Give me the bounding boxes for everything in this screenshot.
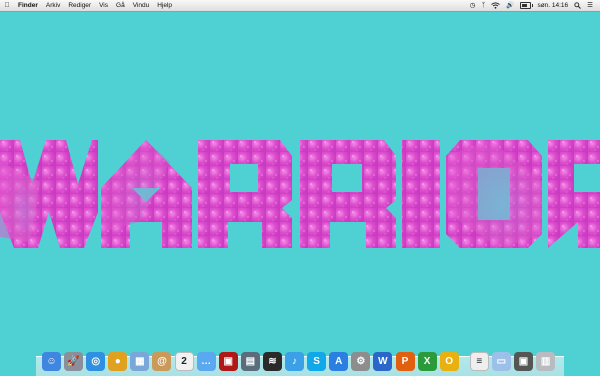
applications-folder-icon[interactable]: ▭ bbox=[491, 352, 511, 371]
excel-icon[interactable]: X bbox=[417, 352, 437, 371]
contacts-icon[interactable]: @ bbox=[152, 352, 172, 371]
powerpoint-icon[interactable]: P bbox=[395, 352, 415, 371]
outlook-icon[interactable]: O bbox=[439, 352, 459, 371]
launchpad-icon[interactable]: 🚀 bbox=[64, 352, 84, 371]
messages-icon[interactable]: … bbox=[196, 352, 216, 371]
notification-center-icon[interactable]: ☰ bbox=[584, 0, 596, 11]
photo-booth-icon[interactable]: ▣ bbox=[218, 352, 238, 371]
itunes-icon[interactable]: ♪ bbox=[285, 352, 305, 371]
skype-icon[interactable]: S bbox=[307, 352, 327, 371]
bluetooth-icon[interactable]: ᛉ bbox=[478, 0, 488, 11]
iphoto-icon[interactable]: ▤ bbox=[240, 352, 260, 371]
apple-logo-icon[interactable]:  bbox=[0, 2, 14, 9]
preview-icon[interactable]: ▦ bbox=[130, 352, 150, 371]
time-machine-icon[interactable]: ◷ bbox=[467, 0, 479, 11]
menu-vis[interactable]: Vis bbox=[95, 0, 112, 11]
dock: ☺ 🚀 ◎ ● ▦ @2… ▣ ▤ ≋ ♪ S A ⚙ W P X O ≡ ▭ ▣ ▥ bbox=[42, 345, 558, 371]
system-preferences-icon[interactable]: ⚙ bbox=[351, 352, 371, 371]
menu-vindu[interactable]: Vindu bbox=[129, 0, 154, 11]
menu-rediger[interactable]: Rediger bbox=[64, 0, 95, 11]
status-area: ◷ ᛉ 🔊 søn. 14:16 ☰ bbox=[467, 0, 600, 11]
battery-icon[interactable] bbox=[517, 2, 534, 9]
warrior-artwork bbox=[0, 140, 600, 248]
finder-icon[interactable]: ☺ bbox=[42, 352, 61, 371]
calendar-icon[interactable]: 2 bbox=[174, 352, 194, 371]
menu-bar:  Finder Arkiv Rediger Vis Gå Vindu Hjel… bbox=[0, 0, 600, 12]
trash-icon[interactable]: ▥ bbox=[536, 352, 556, 371]
volume-icon[interactable]: 🔊 bbox=[503, 0, 517, 11]
chrome-icon[interactable]: ● bbox=[108, 352, 128, 371]
menu-ga[interactable]: Gå bbox=[112, 0, 129, 11]
desktop-wallpaper bbox=[0, 12, 600, 355]
menu-hjelp[interactable]: Hjelp bbox=[153, 0, 176, 11]
app-store-icon[interactable]: A bbox=[329, 352, 349, 371]
menu-arkiv[interactable]: Arkiv bbox=[42, 0, 64, 11]
wifi-icon[interactable] bbox=[488, 2, 503, 9]
document-stack-icon[interactable]: ≡ bbox=[469, 352, 489, 371]
word-icon[interactable]: W bbox=[373, 352, 393, 371]
downloads-stack-icon[interactable]: ▣ bbox=[513, 352, 533, 371]
menu-finder[interactable]: Finder bbox=[14, 0, 42, 11]
safari-icon[interactable]: ◎ bbox=[86, 352, 106, 371]
spotlight-icon[interactable] bbox=[571, 2, 584, 9]
spotify-icon[interactable]: ≋ bbox=[262, 352, 282, 371]
menubar-clock[interactable]: søn. 14:16 bbox=[534, 0, 571, 11]
